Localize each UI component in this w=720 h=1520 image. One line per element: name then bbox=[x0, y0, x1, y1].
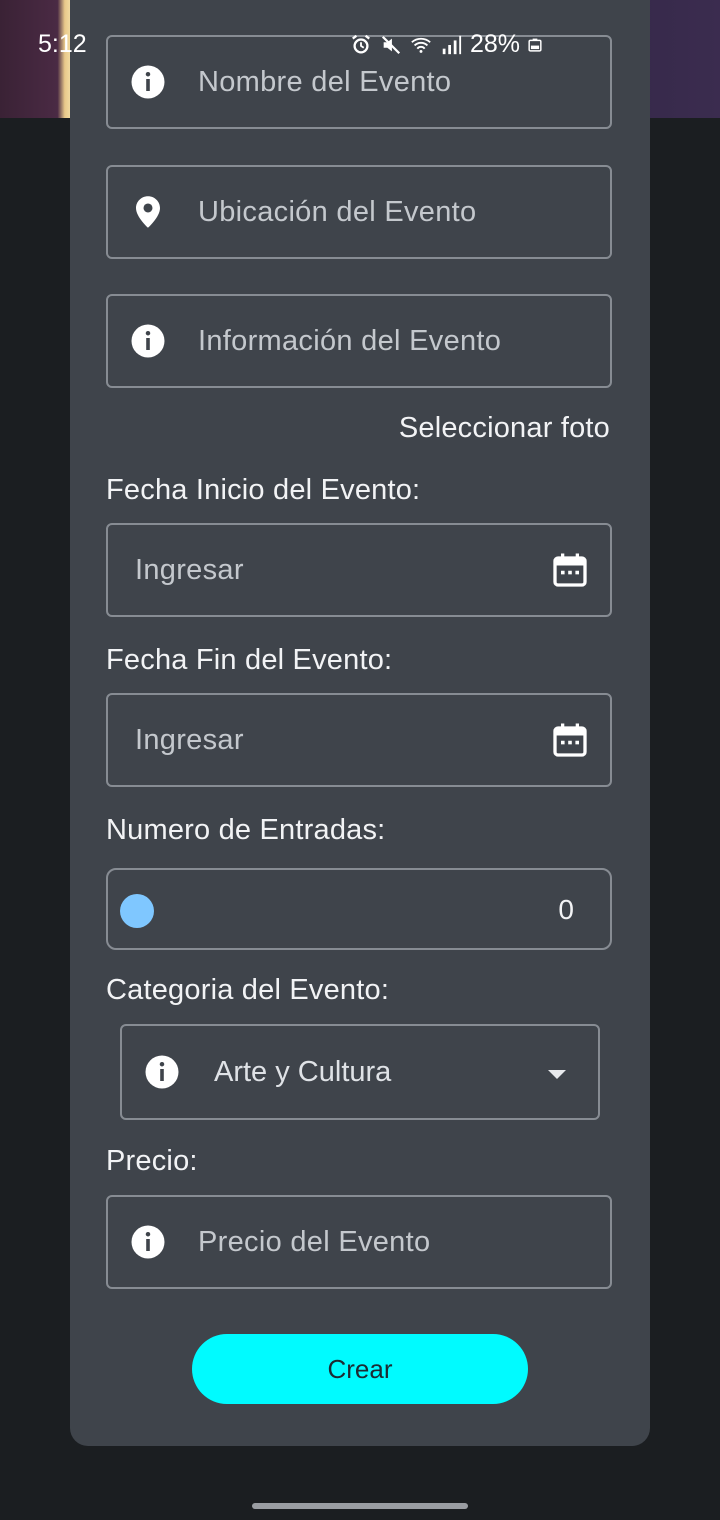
tickets-label: Numero de Entradas: bbox=[106, 814, 386, 846]
start-date-placeholder: Ingresar bbox=[135, 553, 244, 586]
info-icon bbox=[130, 1224, 166, 1260]
select-photo-button[interactable]: Seleccionar foto bbox=[399, 412, 610, 445]
start-date-label: Fecha Inicio del Evento: bbox=[106, 474, 421, 506]
battery-icon bbox=[528, 38, 542, 52]
screen: 5:12 28% Nombre del Evento Ubicación del… bbox=[0, 0, 720, 1520]
event-info-input[interactable]: Información del Evento bbox=[106, 294, 612, 388]
chevron-down-icon[interactable] bbox=[548, 1070, 566, 1079]
location-pin-icon bbox=[130, 194, 166, 230]
price-placeholder: Precio del Evento bbox=[198, 1225, 431, 1258]
mute-icon bbox=[381, 35, 401, 54]
start-date-input[interactable]: Ingresar bbox=[106, 523, 612, 617]
slider-thumb[interactable] bbox=[120, 894, 154, 928]
end-date-placeholder: Ingresar bbox=[135, 723, 244, 756]
end-date-input[interactable]: Ingresar bbox=[106, 693, 612, 787]
alarm-icon bbox=[352, 34, 370, 53]
event-info-placeholder: Información del Evento bbox=[198, 324, 502, 357]
category-label: Categoria del Evento: bbox=[106, 974, 390, 1006]
tickets-value: 0 bbox=[558, 894, 574, 925]
tickets-slider[interactable]: 0 bbox=[106, 868, 612, 950]
status-icons: 28% bbox=[350, 30, 542, 59]
create-button[interactable]: Crear bbox=[192, 1334, 528, 1404]
gesture-nav-bar[interactable] bbox=[252, 1503, 468, 1509]
category-dropdown[interactable]: Arte y Cultura bbox=[120, 1024, 600, 1120]
signal-icon bbox=[442, 35, 462, 54]
event-location-placeholder: Ubicación del Evento bbox=[198, 195, 477, 228]
status-bar: 5:12 28% bbox=[0, 0, 720, 88]
category-selected: Arte y Cultura bbox=[214, 1055, 392, 1088]
info-icon bbox=[144, 1054, 180, 1090]
end-date-label: Fecha Fin del Evento: bbox=[106, 644, 393, 676]
create-event-form: Nombre del Evento Ubicación del Evento I… bbox=[70, 0, 650, 1446]
status-time: 5:12 bbox=[38, 30, 87, 58]
calendar-icon[interactable] bbox=[552, 552, 588, 588]
price-label: Precio: bbox=[106, 1145, 198, 1177]
info-icon bbox=[130, 323, 166, 359]
wifi-icon bbox=[411, 37, 431, 53]
battery-percent: 28% bbox=[470, 30, 521, 58]
event-location-input[interactable]: Ubicación del Evento bbox=[106, 165, 612, 259]
price-input[interactable]: Precio del Evento bbox=[106, 1195, 612, 1289]
calendar-icon[interactable] bbox=[552, 722, 588, 758]
